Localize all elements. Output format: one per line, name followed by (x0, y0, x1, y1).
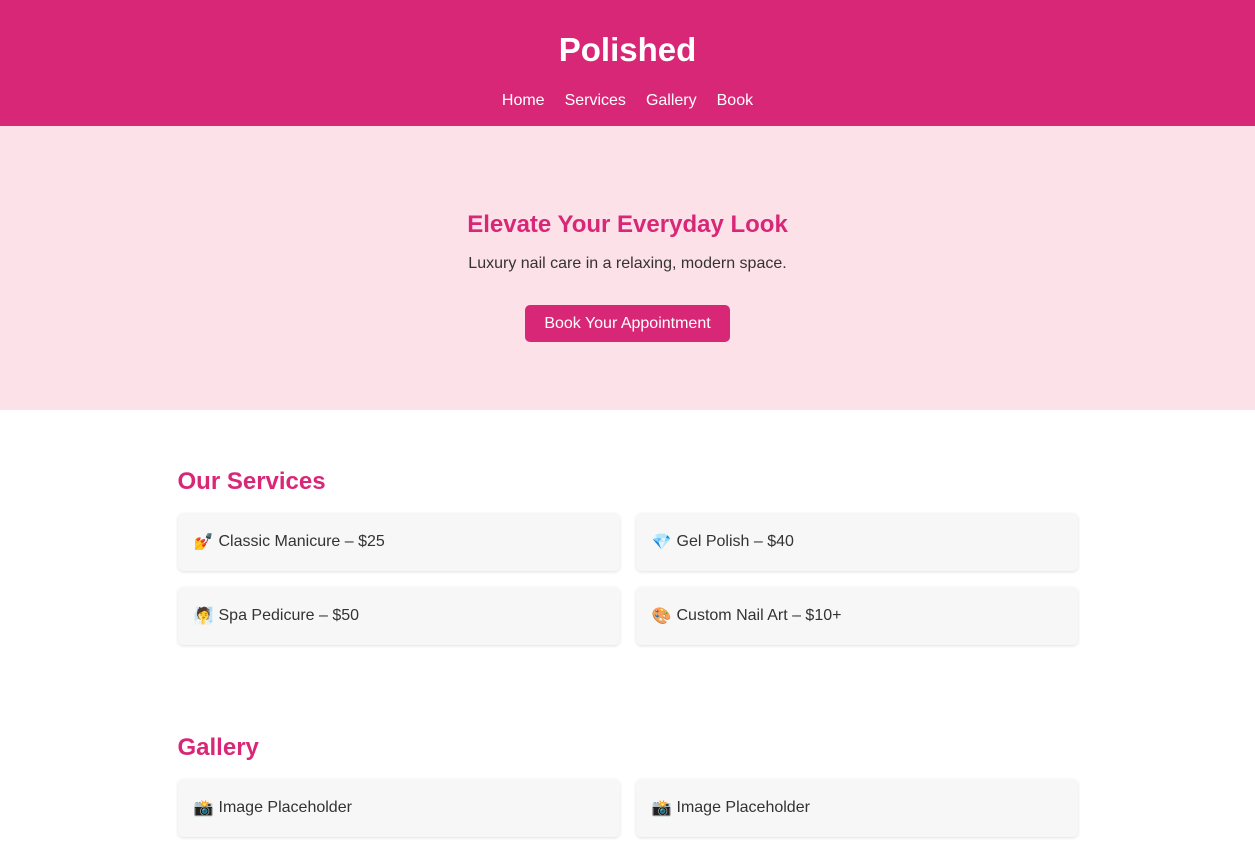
gallery-section: Gallery 📸 Image Placeholder 📸 Image Plac… (177, 645, 1078, 837)
gem-icon: 💎 (651, 534, 672, 551)
service-label: Classic Manicure – $25 (218, 533, 385, 550)
hero-section: Elevate Your Everyday Look Luxury nail c… (0, 126, 1255, 410)
site-header: Polished Home Services Gallery Book (0, 0, 1255, 126)
hero-subtitle: Luxury nail care in a relaxing, modern s… (468, 255, 787, 272)
service-card: 💅 Classic Manicure – $25 (177, 513, 620, 571)
service-card: 💎 Gel Polish – $40 (635, 513, 1078, 571)
services-title: Our Services (177, 468, 326, 495)
services-section: Our Services 💅 Classic Manicure – $25 💎 … (177, 410, 1078, 645)
nail-polish-icon: 💅 (193, 534, 214, 551)
gallery-label: Image Placeholder (676, 799, 810, 816)
nav-link-home[interactable]: Home (502, 92, 545, 110)
gallery-title: Gallery (177, 734, 259, 761)
gallery-grid: 📸 Image Placeholder 📸 Image Placeholder (177, 779, 1078, 837)
spa-person-icon: 🧖 (193, 608, 214, 625)
service-card: 🧖 Spa Pedicure – $50 (177, 587, 620, 645)
book-appointment-button[interactable]: Book Your Appointment (525, 305, 730, 342)
camera-flash-icon: 📸 (193, 800, 214, 817)
gallery-card: 📸 Image Placeholder (177, 779, 620, 837)
service-card: 🎨 Custom Nail Art – $10+ (635, 587, 1078, 645)
gallery-card: 📸 Image Placeholder (635, 779, 1078, 837)
nav-link-services[interactable]: Services (565, 92, 626, 110)
service-label: Gel Polish – $40 (676, 533, 794, 550)
service-label: Spa Pedicure – $50 (218, 607, 360, 624)
site-logo: Polished (558, 31, 697, 68)
hero-title: Elevate Your Everyday Look (467, 211, 788, 238)
nav-link-book[interactable]: Book (717, 92, 753, 110)
gallery-label: Image Placeholder (218, 799, 352, 816)
camera-flash-icon: 📸 (651, 800, 672, 817)
nav-link-gallery[interactable]: Gallery (646, 92, 697, 110)
main-nav: Home Services Gallery Book (0, 92, 1255, 110)
palette-icon: 🎨 (651, 608, 672, 625)
services-grid: 💅 Classic Manicure – $25 💎 Gel Polish – … (177, 513, 1078, 645)
service-label: Custom Nail Art – $10+ (676, 607, 842, 624)
